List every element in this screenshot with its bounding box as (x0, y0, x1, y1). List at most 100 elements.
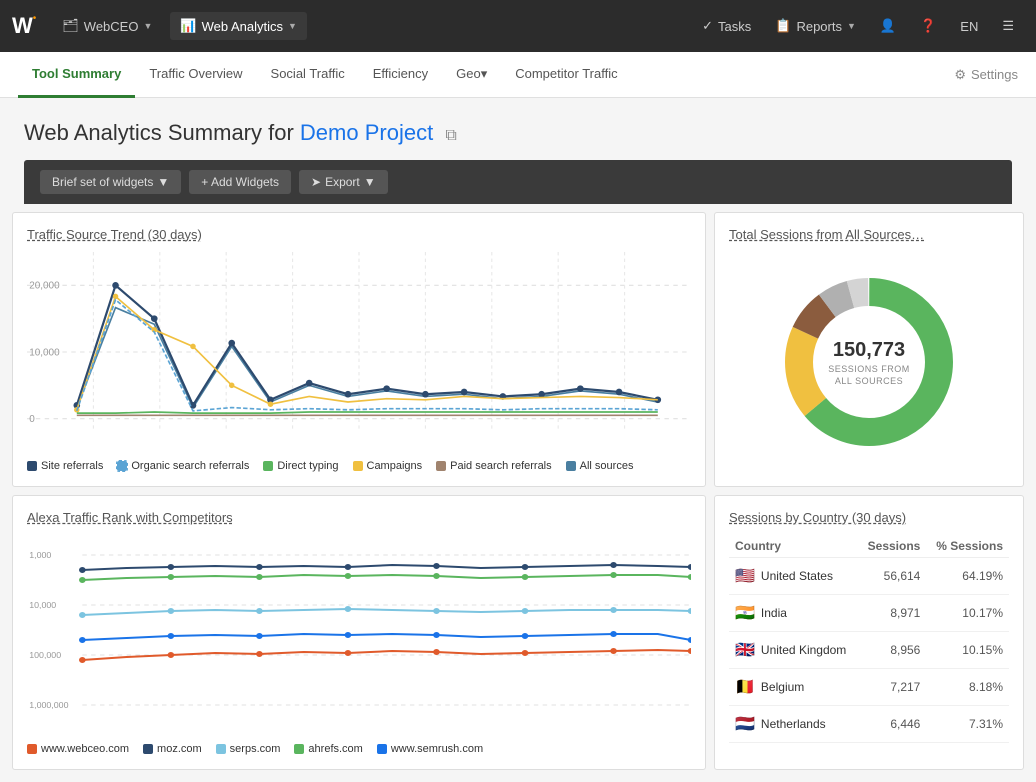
legend-color-paid (436, 461, 446, 471)
country-cell: 🇧🇪 Belgium (729, 669, 858, 706)
table-row: 🇮🇳 India 8,971 10.17% (729, 595, 1009, 632)
svg-text:20,000: 20,000 (29, 281, 60, 292)
tasks-nav[interactable]: ✓ Tasks (692, 12, 761, 40)
tab-tool-summary[interactable]: Tool Summary (18, 52, 135, 98)
page-title: Web Analytics Summary for Demo Project ⧉ (24, 120, 1012, 146)
top-navigation: W• 🗂 WebCEO ▼ 📊 Web Analytics ▼ ✓ Tasks … (0, 0, 1036, 52)
country-cell: 🇮🇳 India (729, 595, 858, 632)
reports-arrow: ▼ (847, 21, 856, 31)
settings-button[interactable]: ⚙ Settings (954, 67, 1018, 83)
sessions-country-title[interactable]: Sessions by Country (30 days) (729, 510, 1009, 525)
traffic-trend-title[interactable]: Traffic Source Trend (30 days) (27, 227, 691, 242)
tasks-icon: ✓ (702, 18, 713, 34)
menu-icon[interactable]: ☰ (992, 12, 1024, 40)
country-flag: 🇧🇪 (735, 677, 755, 697)
legend-color-direct (263, 461, 273, 471)
country-cell: 🇺🇸 United States (729, 558, 858, 595)
legend-paid-search: Paid search referrals (436, 460, 552, 472)
legend-organic: Organic search referrals (117, 460, 249, 472)
legend-color-organic (117, 461, 127, 471)
donut-title[interactable]: Total Sessions from All Sources… (729, 227, 1009, 242)
col-country: Country (729, 535, 858, 558)
traffic-trend-widget: Traffic Source Trend (30 days) (12, 212, 706, 487)
donut-label1: SESSIONS FROM (828, 364, 910, 374)
webceo-nav[interactable]: 🗂 WebCEO ▼ (52, 12, 162, 40)
top-nav-right: ✓ Tasks 📋 Reports ▼ 👤 ❓ EN ☰ (692, 12, 1024, 40)
legend-moz: moz.com (143, 743, 202, 755)
country-flag: 🇺🇸 (735, 566, 755, 586)
export-icon: ➤ (311, 175, 321, 189)
legend-campaigns: Campaigns (353, 460, 423, 472)
webceo-arrow: ▼ (143, 21, 152, 31)
widget-set-button[interactable]: Brief set of widgets ▼ (40, 170, 181, 194)
tab-efficiency[interactable]: Efficiency (359, 52, 442, 98)
svg-text:0: 0 (29, 414, 35, 425)
donut-text: 150,773 SESSIONS FROM ALL SOURCES (828, 339, 910, 386)
legend-color-site-referrals (27, 461, 37, 471)
donut-number: 150,773 (828, 339, 910, 362)
export-button[interactable]: ➤ Export ▼ (299, 170, 388, 194)
legend-ahrefs: ahrefs.com (294, 743, 362, 755)
logo[interactable]: W• (12, 13, 36, 39)
add-widgets-button[interactable]: + Add Widgets (189, 170, 291, 194)
sessions-country-widget: Sessions by Country (30 days) Country Se… (714, 495, 1024, 770)
country-cell: 🇳🇱 Netherlands (729, 706, 858, 743)
country-flag: 🇳🇱 (735, 714, 755, 734)
webceo-label: WebCEO (84, 19, 139, 34)
sessions-table: Country Sessions % Sessions 🇺🇸 United St… (729, 535, 1009, 743)
tab-geo[interactable]: Geo ▾ (442, 52, 501, 98)
legend-all-sources: All sources (566, 460, 634, 472)
session-pct: 8.18% (926, 669, 1009, 706)
tasks-label: Tasks (718, 19, 751, 34)
tab-competitor-traffic[interactable]: Competitor Traffic (501, 52, 631, 98)
logo-text: W (12, 13, 33, 39)
session-count: 7,217 (858, 669, 926, 706)
webanalytics-icon: 📊 (180, 18, 196, 34)
reports-icon: 📋 (775, 18, 791, 34)
svg-text:10,000: 10,000 (29, 600, 56, 609)
language-selector[interactable]: EN (950, 13, 988, 40)
alexa-legend: www.webceo.com moz.com serps.com ahrefs.… (27, 743, 691, 755)
svg-text:1,000,000: 1,000,000 (29, 700, 69, 709)
session-pct: 7.31% (926, 706, 1009, 743)
user-icon[interactable]: 👤 (870, 12, 906, 40)
col-sessions: Sessions (858, 535, 926, 558)
widget-toolbar: Brief set of widgets ▼ + Add Widgets ➤ E… (24, 160, 1012, 204)
legend-site-referrals: Site referrals (27, 460, 103, 472)
session-pct: 10.15% (926, 632, 1009, 669)
tab-social-traffic[interactable]: Social Traffic (257, 52, 359, 98)
country-name: India (761, 606, 787, 620)
session-count: 6,446 (858, 706, 926, 743)
reports-label: Reports (796, 19, 842, 34)
donut-chart-container: 150,773 SESSIONS FROM ALL SOURCES (729, 252, 1009, 472)
traffic-chart-svg: 20,000 10,000 0 (27, 252, 691, 452)
table-row: 🇳🇱 Netherlands 6,446 7.31% (729, 706, 1009, 743)
project-name[interactable]: Demo Project (300, 120, 433, 145)
svg-text:10,000: 10,000 (29, 347, 60, 358)
legend-color-all (566, 461, 576, 471)
alexa-widget: Alexa Traffic Rank with Competitors 1,00… (12, 495, 706, 770)
session-count: 8,971 (858, 595, 926, 632)
help-icon[interactable]: ❓ (910, 12, 946, 40)
donut-label2: ALL SOURCES (828, 376, 910, 386)
sub-navigation: Tool Summary Traffic Overview Social Tra… (0, 52, 1036, 98)
main-content: Brief set of widgets ▼ + Add Widgets ➤ E… (0, 160, 1036, 782)
legend-serps: serps.com (216, 743, 281, 755)
traffic-trend-chart: 20,000 10,000 0 (27, 252, 691, 452)
country-flag: 🇮🇳 (735, 603, 755, 623)
traffic-legend: Site referrals Organic search referrals … (27, 460, 691, 472)
webceo-icon: 🗂 (62, 18, 79, 34)
session-pct: 64.19% (926, 558, 1009, 595)
svg-text:100,000: 100,000 (29, 650, 61, 659)
country-flag: 🇬🇧 (735, 640, 755, 660)
session-count: 56,614 (858, 558, 926, 595)
tab-traffic-overview[interactable]: Traffic Overview (135, 52, 256, 98)
country-name: United Kingdom (761, 643, 846, 657)
legend-color-campaigns (353, 461, 363, 471)
expand-icon[interactable]: ⧉ (445, 127, 456, 144)
webanalytics-label: Web Analytics (202, 19, 283, 34)
webanalytics-nav[interactable]: 📊 Web Analytics ▼ (170, 12, 307, 40)
reports-nav[interactable]: 📋 Reports ▼ (765, 12, 866, 40)
legend-semrush: www.semrush.com (377, 743, 483, 755)
alexa-title[interactable]: Alexa Traffic Rank with Competitors (27, 510, 691, 525)
